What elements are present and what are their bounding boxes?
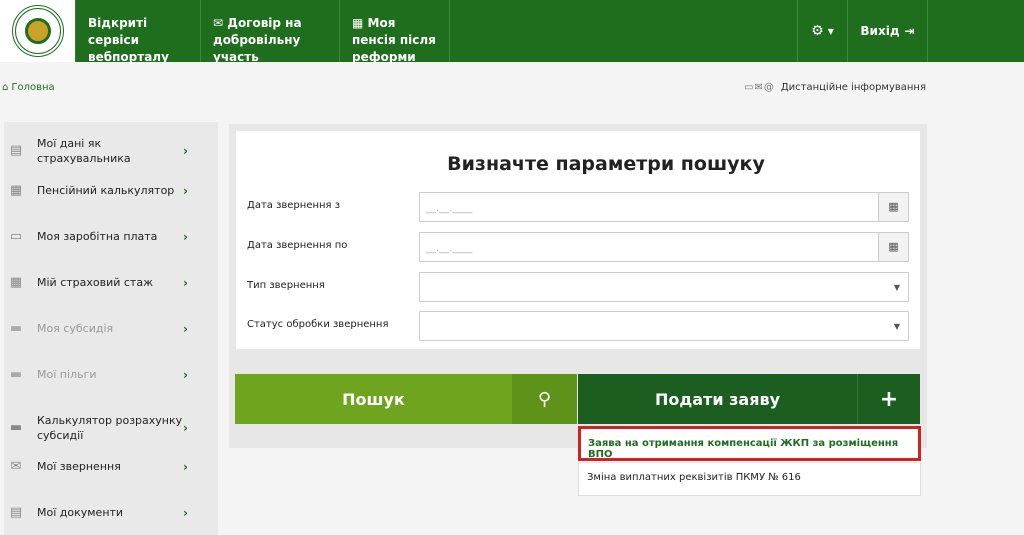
envelope-icon: ✉ xyxy=(754,82,764,93)
date-from-placeholder: __.__.____ xyxy=(426,203,473,214)
caret-down-icon: ▼ xyxy=(827,26,834,36)
settings-menu[interactable]: ⚙ ▼ xyxy=(798,0,848,62)
sidebar-item-insurer-data[interactable]: ▤ Мої дані як страхувальника › xyxy=(0,136,214,166)
chevron-right-icon: › xyxy=(183,275,188,290)
caret-down-icon: ▼ xyxy=(893,283,900,292)
sidebar-item-label: Мої звернення xyxy=(37,460,121,473)
nav-user-area xyxy=(450,0,798,62)
appeal-type-label: Тип звернення xyxy=(247,280,325,291)
chevron-right-icon: › xyxy=(183,505,188,520)
apply-menu-item-payment-details[interactable]: Зміна виплатних реквізитів ПКМУ № 616 xyxy=(578,462,921,496)
wallet-icon: ▭ xyxy=(9,228,23,244)
sidebar-item-label: Пенсійний калькулятор xyxy=(37,184,175,197)
status-select[interactable]: ▼ xyxy=(419,311,909,341)
apply-button-label: Подати заяву xyxy=(654,389,781,409)
at-icon: @ xyxy=(763,82,775,93)
nav-filler xyxy=(928,0,1024,62)
sidebar-item-appeals[interactable]: ✉ Мої звернення › xyxy=(0,459,214,474)
appeal-type-select[interactable]: ▼ xyxy=(419,272,909,302)
sidebar-item-salary[interactable]: ▭ Моя заробітна плата › xyxy=(0,229,214,244)
apply-button[interactable]: Подати заяву + xyxy=(578,374,920,424)
envelope-icon: ✉ xyxy=(213,16,224,30)
sidebar-item-insurance-period[interactable]: ▦ Мій страховий стаж › xyxy=(0,275,214,290)
apply-menu-item-vpo-compensation[interactable]: Заява на отримання компенсації ЖКП за ро… xyxy=(578,426,921,461)
nav-pension-reform[interactable]: ▦ Моя пенсія після реформи xyxy=(340,0,450,64)
date-to-label: Дата звернення по xyxy=(247,240,348,251)
date-from-input[interactable]: __.__.____ ▦ xyxy=(419,192,909,222)
date-from-label: Дата звернення з xyxy=(247,200,341,211)
remote-info[interactable]: ▭✉@ Дистанційне інформування xyxy=(744,82,926,93)
nav-voluntary-contract[interactable]: ✉ Договір на добровільну участь xyxy=(201,0,340,64)
sign-out-icon: ⇥ xyxy=(904,24,915,38)
remote-info-label: Дистанційне інформування xyxy=(780,82,926,93)
caret-down-icon: ▼ xyxy=(893,322,900,331)
nav-open-services[interactable]: Відкриті сервіси вебпорталу xyxy=(76,0,201,64)
monitor-icon: ▭ xyxy=(743,82,755,93)
chevron-right-icon: › xyxy=(183,367,188,382)
exit-label: Вихід xyxy=(860,24,900,38)
sidebar-item-subsidy-calculator[interactable]: ▬ Калькулятор розрахунку субсидії › xyxy=(0,413,214,443)
sidebar-item-label: Калькулятор розрахунку субсидії xyxy=(37,414,183,442)
top-navbar: Відкриті сервіси вебпорталу ✉ Договір на… xyxy=(0,0,1024,64)
sidebar-item-subsidy[interactable]: ▬ Моя субсидія › xyxy=(0,321,214,336)
plus-icon: + xyxy=(857,374,920,424)
document-icon: ▤ xyxy=(9,504,23,520)
folder-icon: ▬ xyxy=(9,320,23,336)
sidebar-item-label: Моя субсидія xyxy=(37,322,114,335)
breadcrumb-home-link[interactable]: Головна xyxy=(11,82,54,93)
sidebar-item-pension-calculator[interactable]: ▦ Пенсійний калькулятор › xyxy=(0,183,214,198)
chevron-right-icon: › xyxy=(183,421,188,435)
sidebar-item-label: Мої дані як страхувальника xyxy=(37,137,131,165)
chevron-right-icon: › xyxy=(183,321,188,336)
sidebar-item-label: Мій страховий стаж xyxy=(37,276,153,289)
exit-button[interactable]: Вихід ⇥ xyxy=(848,0,928,62)
date-to-placeholder: __.__.____ xyxy=(426,243,473,254)
search-title: Визначте параметри пошуку xyxy=(447,153,765,175)
chevron-right-icon: › xyxy=(183,183,188,198)
envelope-icon: ✉ xyxy=(10,458,22,474)
calendar-icon: ▦ xyxy=(9,274,23,290)
status-label: Статус обробки звернення xyxy=(247,319,389,330)
logo[interactable] xyxy=(0,0,76,62)
folder-icon: ▬ xyxy=(9,420,23,435)
sidebar-item-documents[interactable]: ▤ Мої документи › xyxy=(0,505,214,520)
search-button[interactable]: Пошук ⚲ xyxy=(235,374,577,424)
calculator-icon: ▦ xyxy=(9,182,23,198)
gear-icon: ⚙ xyxy=(811,23,824,39)
nav-pension-reform-label: Моя пенсія після реформи xyxy=(352,16,436,64)
sidebar-item-label: Мої документи xyxy=(37,506,124,519)
calendar-icon[interactable]: ▦ xyxy=(878,233,908,261)
emblem-icon xyxy=(11,5,64,57)
search-icon: ⚲ xyxy=(512,374,577,424)
search-button-label: Пошук xyxy=(342,389,405,409)
sidebar-item-benefits[interactable]: ▬ Мої пільги › xyxy=(0,367,214,382)
chevron-right-icon: › xyxy=(183,229,188,244)
folder-icon: ▬ xyxy=(9,366,23,382)
breadcrumb: ⌂ Головна xyxy=(2,82,55,93)
remote-info-icons: ▭✉@ xyxy=(744,82,775,93)
nav-voluntary-contract-label: Договір на добровільну участь xyxy=(213,16,302,64)
date-to-input[interactable]: __.__.____ ▦ xyxy=(419,232,909,262)
calendar-icon[interactable]: ▦ xyxy=(878,193,908,221)
calculator-icon: ▦ xyxy=(352,16,364,30)
home-icon: ⌂ xyxy=(2,82,9,93)
sidebar-item-label: Мої пільги xyxy=(37,368,97,381)
document-icon: ▤ xyxy=(9,143,23,158)
chevron-right-icon: › xyxy=(183,144,188,158)
chevron-right-icon: › xyxy=(183,459,188,474)
sidebar-item-label: Моя заробітна плата xyxy=(37,230,158,243)
